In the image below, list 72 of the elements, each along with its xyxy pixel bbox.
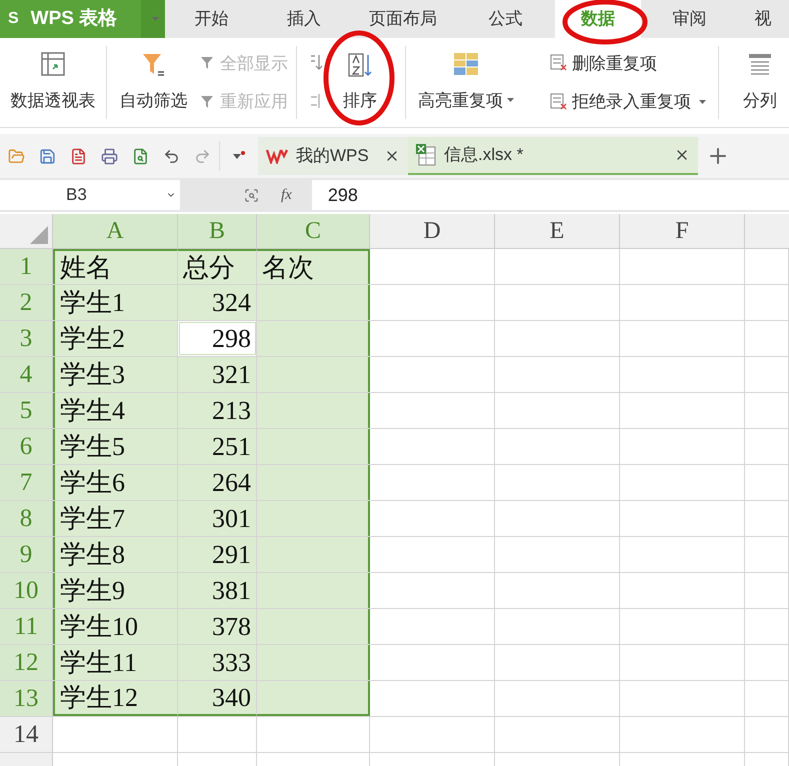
table-cell: 学生9 — [53, 573, 178, 608]
table-cell: 学生7 — [53, 501, 178, 536]
table-cell: 321 — [178, 357, 257, 392]
table-cell: 学生3 — [53, 357, 178, 392]
ribbon-button[interactable]: 高亮重复项 — [406, 38, 526, 127]
ribbon-button[interactable]: 拒绝录入重复项 — [550, 89, 706, 114]
export-pdf-icon[interactable] — [70, 148, 87, 164]
wps-logo-icon — [266, 148, 288, 164]
menu-tab[interactable]: 审阅 — [641, 0, 738, 38]
name-box[interactable]: B3 — [0, 180, 180, 210]
ribbon-button[interactable]: 数据透视表 — [0, 38, 106, 127]
menu-tab[interactable]: 视 — [738, 0, 788, 38]
table-cell: 学生4 — [53, 393, 178, 428]
highlight-table-icon — [453, 52, 480, 76]
table-cell: 学生2 — [53, 321, 178, 356]
text-columns-icon — [746, 52, 773, 76]
table-cell: 333 — [178, 645, 257, 680]
caret-icon — [699, 100, 706, 104]
table-cell: 213 — [178, 393, 257, 428]
sort-descending-icon — [309, 54, 324, 72]
table-cell: 251 — [178, 429, 257, 464]
column-header[interactable]: D — [370, 214, 495, 248]
menu-tab[interactable]: 插入 — [258, 0, 350, 38]
tab-title: 我的WPS — [296, 145, 369, 168]
table-cell: 378 — [178, 609, 257, 644]
table-cell: 学生10 — [53, 609, 178, 644]
print-icon[interactable] — [101, 148, 118, 164]
print-preview-icon[interactable] — [132, 148, 149, 164]
table-cell: 381 — [178, 573, 257, 608]
table-cell: 学生12 — [53, 681, 178, 716]
table-cell: 学生8 — [53, 537, 178, 572]
pivot-table-icon — [41, 52, 66, 76]
ribbon-button[interactable]: 删除重复项 — [550, 50, 706, 76]
table-cell: 301 — [178, 501, 257, 536]
caret-icon — [507, 98, 514, 102]
formula-input[interactable]: 298 — [312, 180, 789, 210]
table-cell: 298 — [178, 321, 257, 356]
menu-tab[interactable]: 公式 — [456, 0, 555, 38]
table-delete-icon — [550, 92, 568, 111]
table-cell: 340 — [178, 681, 257, 716]
filter-icon — [142, 52, 166, 78]
table-cell: 姓名 — [53, 249, 178, 284]
dropdown-caret-icon — [152, 17, 158, 21]
table-cell: 学生5 — [53, 429, 178, 464]
menu-tab[interactable]: 开始 — [165, 0, 258, 38]
table-cell: 学生1 — [53, 285, 178, 320]
function-label[interactable]: fx — [281, 184, 292, 206]
table-cell: 名次 — [257, 249, 370, 284]
table-delete-icon — [550, 54, 568, 72]
tab-title: 信息.xlsx * — [444, 144, 524, 166]
table-cell: 总分 — [178, 249, 257, 284]
column-header[interactable]: E — [495, 214, 620, 248]
menu-tab[interactable]: 页面布局 — [350, 0, 456, 38]
ribbon-button[interactable]: 自动筛选 — [107, 38, 200, 127]
table-cell: 264 — [178, 465, 257, 500]
document-tab[interactable]: 信息.xlsx * — [408, 137, 698, 175]
column-header[interactable]: F — [620, 214, 745, 248]
customize-caret-icon[interactable] — [232, 151, 246, 161]
sort-az-icon — [347, 52, 374, 78]
save-icon[interactable] — [39, 148, 56, 164]
ribbon-button[interactable]: 分列 — [730, 38, 789, 127]
table-cell: 学生11 — [53, 645, 178, 680]
logo-mark: S — [8, 9, 19, 29]
undo-icon[interactable] — [163, 148, 180, 164]
document-tab[interactable]: 我的WPS — [258, 137, 408, 175]
zoom-search-icon[interactable] — [244, 188, 259, 202]
row-header[interactable]: 14 — [0, 717, 53, 752]
table-cell: 324 — [178, 285, 257, 320]
spreadsheet-file-icon — [416, 144, 436, 166]
table-cell: 291 — [178, 537, 257, 572]
app-logo: WPS 表格 — [30, 6, 118, 31]
table-cell: 学生6 — [53, 465, 178, 500]
